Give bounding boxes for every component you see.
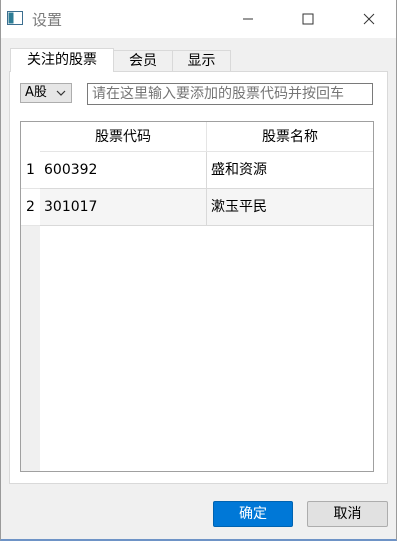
maximize-icon — [302, 13, 314, 25]
column-header-name[interactable]: 股票名称 — [207, 122, 373, 152]
chevron-down-icon — [56, 90, 66, 96]
tab-membership[interactable]: 会员 — [113, 50, 173, 71]
minimize-button[interactable] — [225, 0, 271, 38]
cell-stock-name[interactable]: 盛和资源 — [207, 152, 373, 189]
minimize-icon — [243, 18, 253, 20]
market-select-value: A股 — [25, 85, 47, 100]
ok-button[interactable]: 确定 — [213, 501, 293, 527]
cancel-button[interactable]: 取消 — [307, 501, 388, 527]
app-window-icon — [7, 11, 23, 25]
stock-code-input[interactable] — [87, 83, 373, 105]
table-row[interactable]: 1 600392 盛和资源 — [21, 152, 373, 189]
market-select[interactable]: A股 — [20, 83, 72, 103]
cell-stock-name[interactable]: 漱玉平民 — [207, 189, 373, 226]
tab-display[interactable]: 显示 — [172, 50, 231, 71]
cell-stock-code[interactable]: 600392 — [40, 152, 207, 189]
table-corner — [21, 122, 40, 152]
settings-window: 设置 关注的股票 会员 显示 A股 股票代码 — [0, 0, 397, 541]
stock-table: 股票代码 股票名称 1 600392 盛和资源 2 301017 漱玉平民 — [20, 121, 374, 472]
title-bar: 设置 — [1, 0, 396, 38]
column-header-code[interactable]: 股票代码 — [40, 122, 207, 152]
tab-watched-stocks[interactable]: 关注的股票 — [10, 48, 114, 72]
window-title: 设置 — [32, 11, 63, 29]
row-number[interactable]: 1 — [21, 152, 40, 189]
maximize-button[interactable] — [285, 0, 331, 38]
close-button[interactable] — [346, 0, 392, 38]
row-number[interactable]: 2 — [21, 189, 40, 226]
close-icon — [363, 13, 375, 25]
cell-stock-code[interactable]: 301017 — [40, 189, 207, 226]
table-row[interactable]: 2 301017 漱玉平民 — [21, 189, 373, 226]
